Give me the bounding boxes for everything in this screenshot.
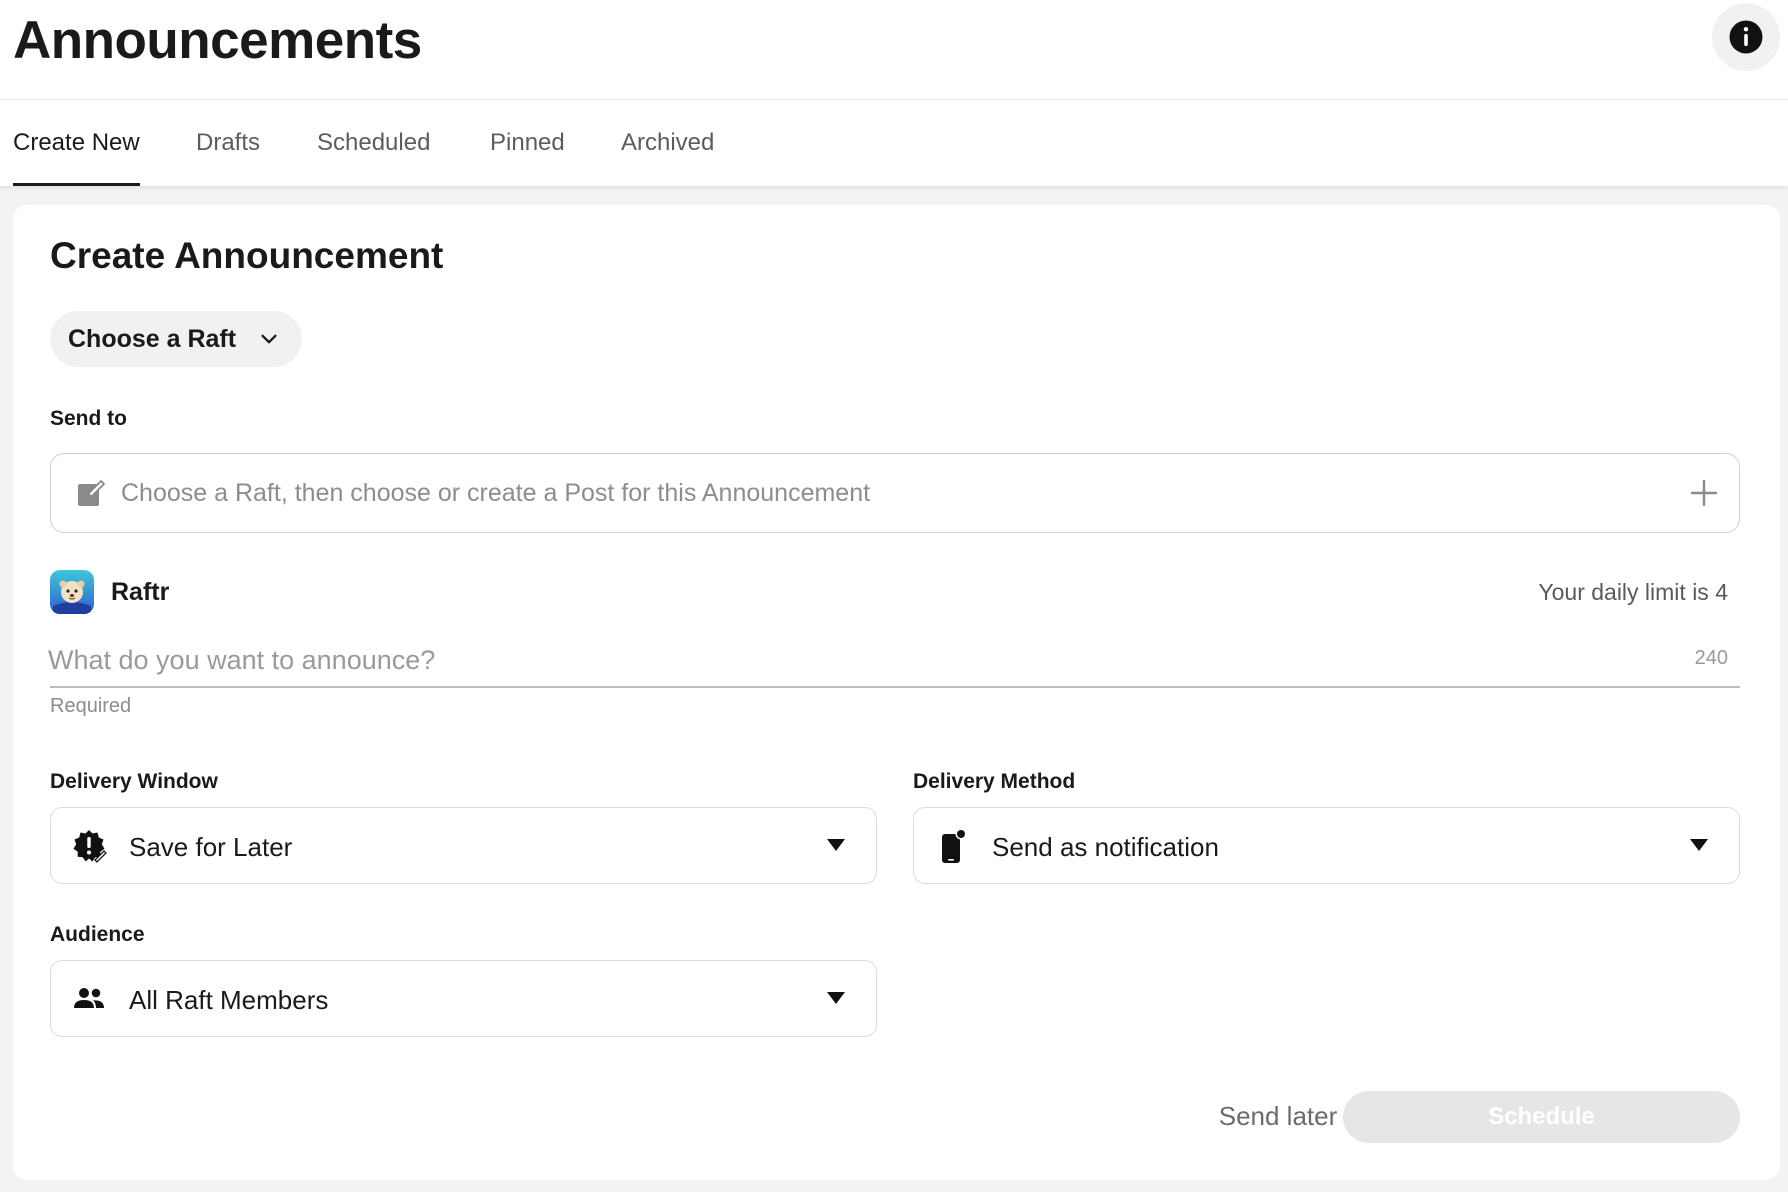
tab-create-new[interactable]: Create New — [13, 100, 140, 186]
input-underline — [50, 686, 1740, 688]
schedule-button[interactable]: Schedule — [1343, 1091, 1740, 1143]
delivery-method-value: Send as notification — [992, 832, 1219, 862]
delivery-window-label: Delivery Window — [50, 770, 218, 793]
tab-scheduled[interactable]: Scheduled — [317, 100, 430, 186]
info-button[interactable] — [1712, 3, 1780, 71]
choose-raft-dropdown[interactable]: Choose a Raft — [50, 311, 302, 367]
caret-down-icon — [1690, 839, 1708, 851]
choose-raft-label: Choose a Raft — [68, 324, 237, 353]
raftr-avatar — [50, 570, 94, 614]
compose-icon — [78, 480, 105, 506]
character-counter: 240 — [1694, 647, 1728, 669]
page-title: Announcements — [13, 11, 422, 70]
badge-alert-icon — [73, 830, 107, 863]
plus-icon[interactable] — [1689, 478, 1719, 508]
chevron-down-icon — [261, 334, 277, 344]
caret-down-icon — [827, 992, 845, 1004]
phone-notification-icon — [942, 828, 967, 863]
send-to-field[interactable] — [50, 453, 1740, 533]
delivery-method-select[interactable]: Send as notification — [913, 807, 1740, 884]
form-title: Create Announcement — [50, 235, 444, 276]
tab-archived[interactable]: Archived — [621, 100, 714, 186]
info-icon — [1729, 20, 1763, 54]
required-helper: Required — [50, 695, 132, 717]
delivery-window-value: Save for Later — [129, 832, 293, 862]
announcement-input[interactable] — [48, 630, 1668, 690]
audience-select[interactable]: All Raft Members — [50, 960, 877, 1037]
audience-value: All Raft Members — [129, 985, 329, 1015]
caret-down-icon — [827, 839, 845, 851]
tab-drafts[interactable]: Drafts — [196, 100, 260, 186]
send-to-label: Send to — [50, 407, 127, 430]
people-icon — [74, 988, 104, 1008]
raft-name: Raftr — [111, 578, 170, 606]
tab-bar: Create New Drafts Scheduled Pinned Archi… — [0, 100, 1788, 186]
daily-limit-text: Your daily limit is 4 — [1538, 579, 1728, 605]
tab-pinned[interactable]: Pinned — [490, 100, 565, 186]
send-later-button[interactable]: Send later — [1193, 1101, 1363, 1141]
delivery-method-label: Delivery Method — [913, 770, 1076, 793]
delivery-window-select[interactable]: Save for Later — [50, 807, 877, 884]
otter-logo-icon — [50, 570, 94, 614]
create-announcement-card: Create Announcement Choose a Raft Send t… — [13, 205, 1780, 1180]
send-to-input[interactable] — [121, 454, 1661, 532]
top-bar: Announcements — [0, 0, 1788, 100]
audience-label: Audience — [50, 923, 145, 946]
